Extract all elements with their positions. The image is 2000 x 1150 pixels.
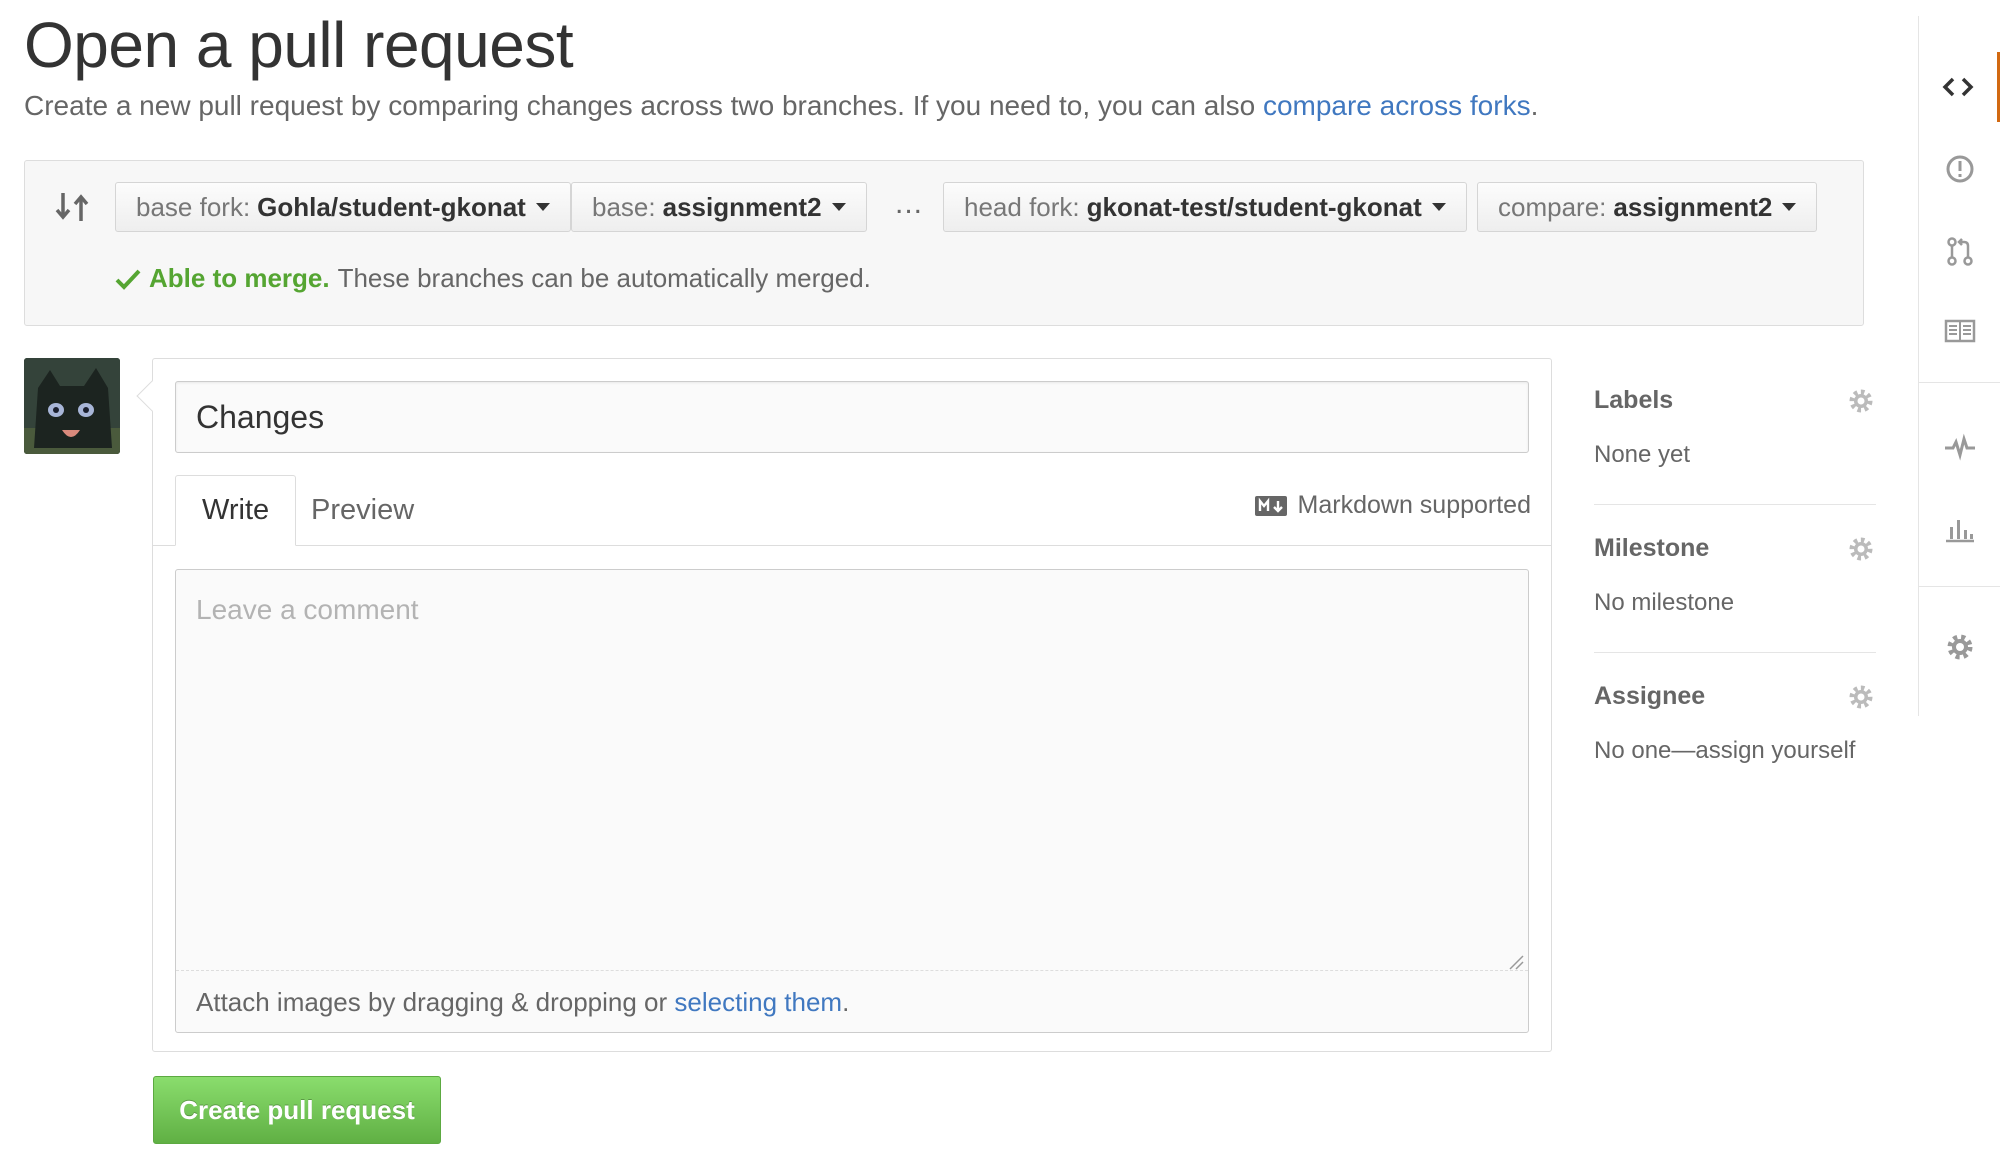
head-fork-label: head fork: <box>964 191 1080 222</box>
nav-issues[interactable] <box>1919 134 2000 204</box>
tab-preview[interactable]: Preview <box>285 475 440 546</box>
page-title: Open a pull request <box>24 9 574 81</box>
settings-icon <box>1947 634 1973 660</box>
form-pointer <box>136 380 168 412</box>
attach-images-hint: Attach images by dragging & dropping or … <box>176 970 1528 1032</box>
sidebar-divider <box>1594 504 1876 505</box>
merge-status: Able to merge. These branches can be aut… <box>115 263 871 294</box>
milestone-gear-icon[interactable] <box>1846 534 1876 564</box>
sidebar-divider <box>1594 652 1876 653</box>
assignee-heading: Assignee <box>1594 682 1706 710</box>
assignee-gear-icon[interactable] <box>1846 682 1876 712</box>
code-icon <box>1942 77 1974 97</box>
markdown-icon <box>1254 495 1287 516</box>
pull-requests-icon <box>1947 237 1973 266</box>
labels-gear-icon[interactable] <box>1846 386 1876 416</box>
base-fork-label: base fork: <box>136 191 251 222</box>
markdown-hint-text: Markdown supported <box>1297 491 1531 519</box>
nav-graphs[interactable] <box>1919 494 2000 564</box>
milestone-heading: Milestone <box>1594 534 1710 562</box>
assignee-value[interactable]: No one—assign yourself <box>1594 737 1876 765</box>
nav-settings[interactable] <box>1919 612 2000 682</box>
repo-nav <box>1918 16 2000 716</box>
compare-branch-select[interactable]: compare: assignment2 <box>1477 182 1818 232</box>
wiki-icon <box>1944 319 1976 343</box>
attach-text: Attach images by dragging & dropping or <box>196 987 668 1017</box>
create-pull-request-button[interactable]: Create pull request <box>153 1076 441 1144</box>
markdown-hint[interactable]: Markdown supported <box>1254 491 1531 520</box>
cat-avatar-image <box>24 358 120 454</box>
range-separator: ... <box>895 187 924 220</box>
merge-message: These branches can be automatically merg… <box>337 263 871 293</box>
issues-icon <box>1946 155 1974 183</box>
milestone-section: Milestone No milestone <box>1594 534 1876 617</box>
chevron-down-icon <box>831 203 846 211</box>
nav-pulse[interactable] <box>1919 412 2000 482</box>
labels-section: Labels None yet <box>1594 386 1876 469</box>
subtitle-end: . <box>1530 90 1539 121</box>
head-fork-value: gkonat-test/student-gkonat <box>1086 191 1422 222</box>
head-fork-select[interactable]: head fork: gkonat-test/student-gkonat <box>943 182 1467 232</box>
base-branch-label: base: <box>592 191 656 222</box>
nav-divider <box>1919 382 2000 383</box>
title-input[interactable] <box>175 381 1529 453</box>
avatar <box>24 358 120 454</box>
comment-box: Attach images by dragging & dropping or … <box>175 569 1529 1033</box>
base-fork-select[interactable]: base fork: Gohla/student-gkonat <box>115 182 571 232</box>
chevron-down-icon <box>1782 203 1797 211</box>
labels-value: None yet <box>1594 441 1691 468</box>
chevron-down-icon <box>535 203 550 211</box>
check-icon <box>115 269 141 290</box>
nav-divider <box>1919 586 2000 587</box>
assignee-section: Assignee No one—assign yourself <box>1594 682 1876 765</box>
compare-range-box: base fork: Gohla/student-gkonat base: assi… <box>24 160 1864 326</box>
pulse-icon <box>1945 433 1975 461</box>
select-files-link[interactable]: selecting them <box>674 987 842 1017</box>
page-subtitle: Create a new pull request by comparing c… <box>24 90 1538 122</box>
base-fork-value: Gohla/student-gkonat <box>257 191 526 222</box>
resize-handle-icon[interactable] <box>1506 952 1524 970</box>
compare-branch-label: compare: <box>1498 191 1607 222</box>
graphs-icon <box>1946 520 1974 543</box>
compare-branch-value: assignment2 <box>1613 191 1773 222</box>
comment-textarea[interactable] <box>176 570 1528 970</box>
base-branch-select[interactable]: base: assignment2 <box>571 182 867 232</box>
nav-code[interactable] <box>1919 52 2000 122</box>
merge-ok-text: Able to merge. <box>149 263 330 293</box>
compare-across-forks-link[interactable]: compare across forks <box>1263 90 1531 121</box>
tab-write[interactable]: Write <box>175 475 297 546</box>
nav-wiki[interactable] <box>1919 296 2000 366</box>
pull-request-form: Write Preview Markdown supported Attach … <box>136 358 1552 1052</box>
attach-end: . <box>842 987 850 1017</box>
nav-pull-requests[interactable] <box>1919 216 2000 286</box>
base-branch-value: assignment2 <box>662 191 822 222</box>
milestone-value: No milestone <box>1594 589 1735 616</box>
compare-arrows-icon <box>55 193 89 221</box>
chevron-down-icon <box>1431 203 1446 211</box>
subtitle-text: Create a new pull request by comparing c… <box>24 90 1256 121</box>
labels-heading: Labels <box>1594 386 1674 414</box>
